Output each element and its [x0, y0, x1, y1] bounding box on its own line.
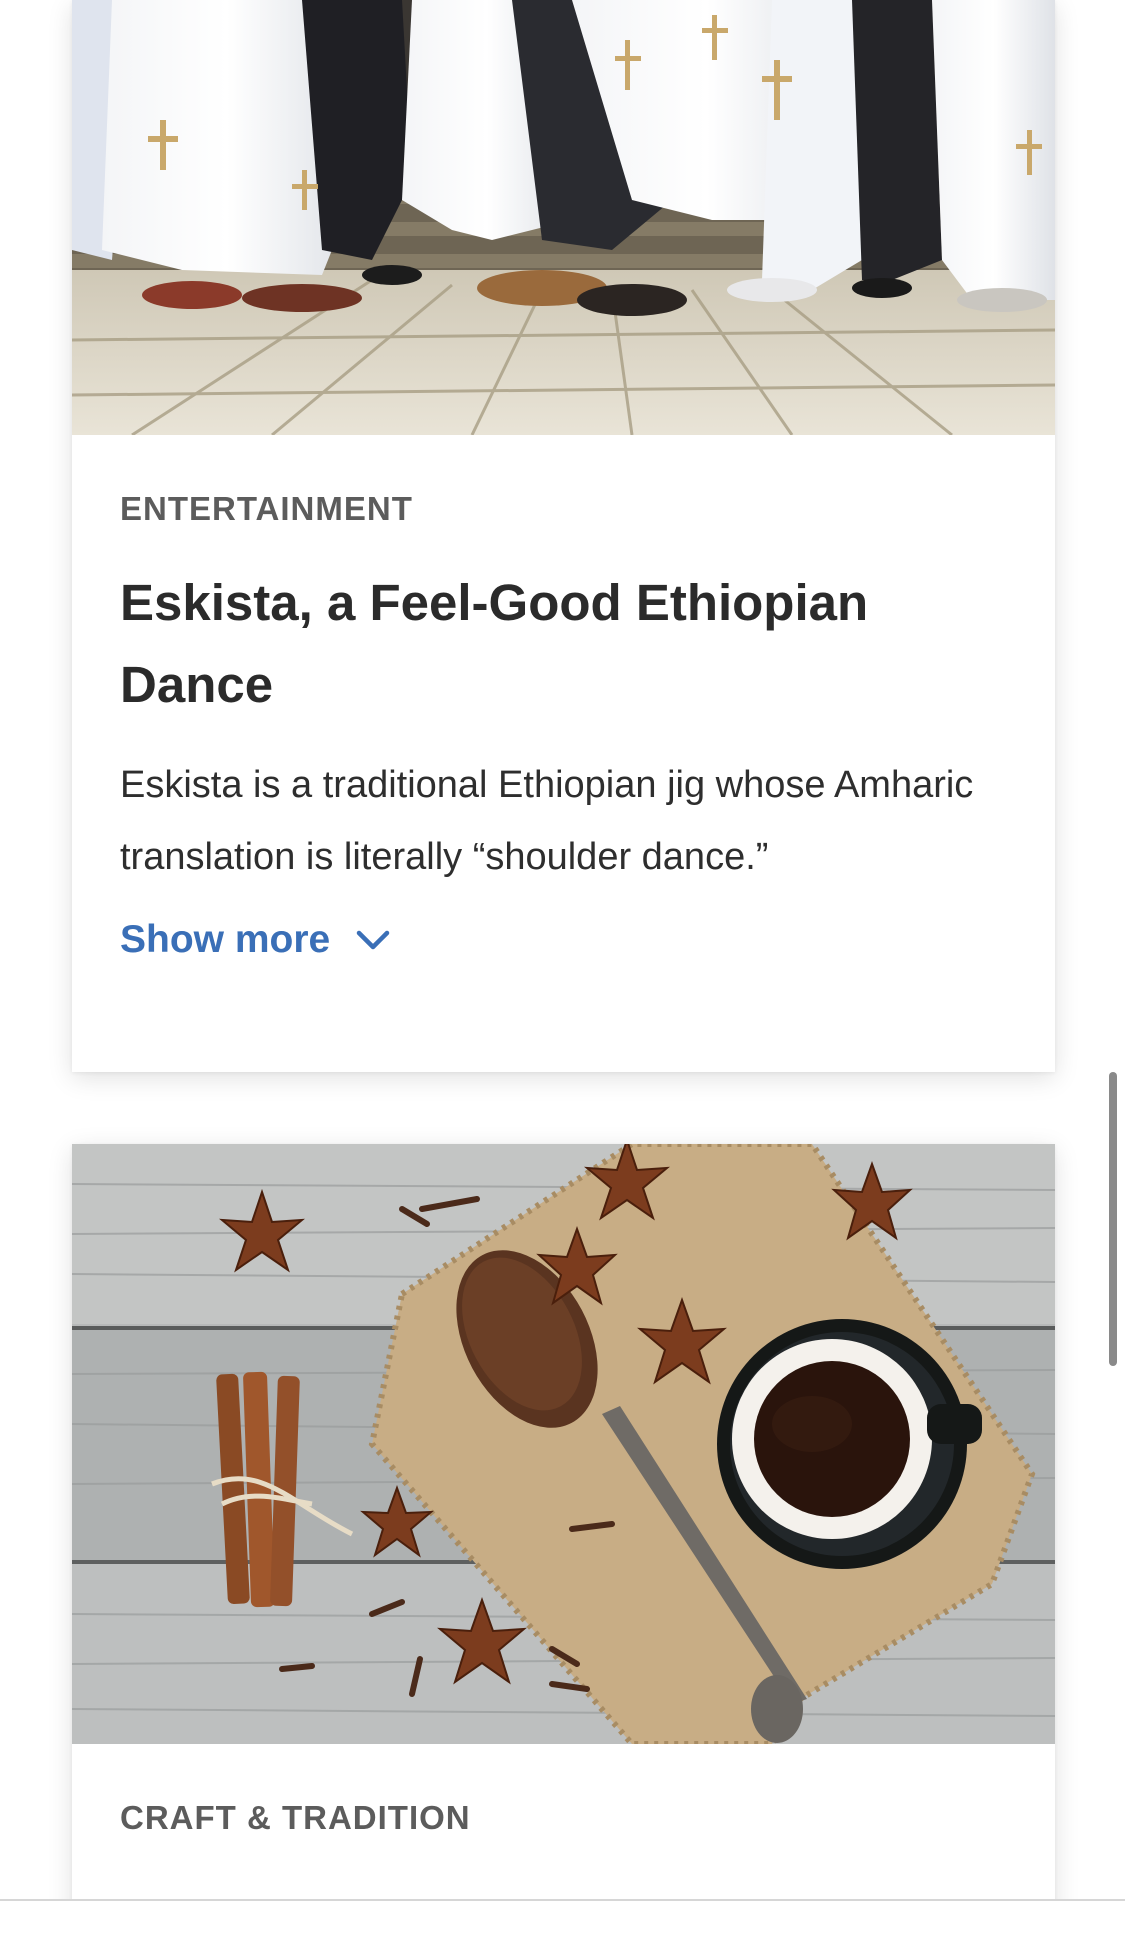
- dancers-photo-icon: [72, 0, 1055, 435]
- coffee-spices-photo-icon: [72, 1144, 1055, 1744]
- chevron-down-icon: [356, 930, 390, 950]
- show-more-label: Show more: [120, 918, 331, 961]
- scrollbar[interactable]: [1109, 1072, 1117, 1366]
- article-feed: ENTERTAINMENT Eskista, a Feel-Good Ethio…: [0, 0, 1125, 1933]
- article-category[interactable]: CRAFT & TRADITION: [120, 1799, 471, 1837]
- article-image[interactable]: [72, 1144, 1055, 1744]
- article-card[interactable]: ENTERTAINMENT Eskista, a Feel-Good Ethio…: [72, 0, 1055, 1072]
- show-more-button[interactable]: Show more: [120, 918, 390, 962]
- article-image[interactable]: [72, 0, 1055, 435]
- bottom-bar: [0, 1901, 1125, 1933]
- article-category[interactable]: ENTERTAINMENT: [120, 490, 413, 528]
- article-card[interactable]: CRAFT & TRADITION So You Think You've Tr…: [72, 1144, 1055, 1933]
- article-excerpt: Eskista is a traditional Ethiopian jig w…: [120, 764, 974, 878]
- article-title[interactable]: Eskista, a Feel-Good Ethiopian Dance: [120, 562, 980, 726]
